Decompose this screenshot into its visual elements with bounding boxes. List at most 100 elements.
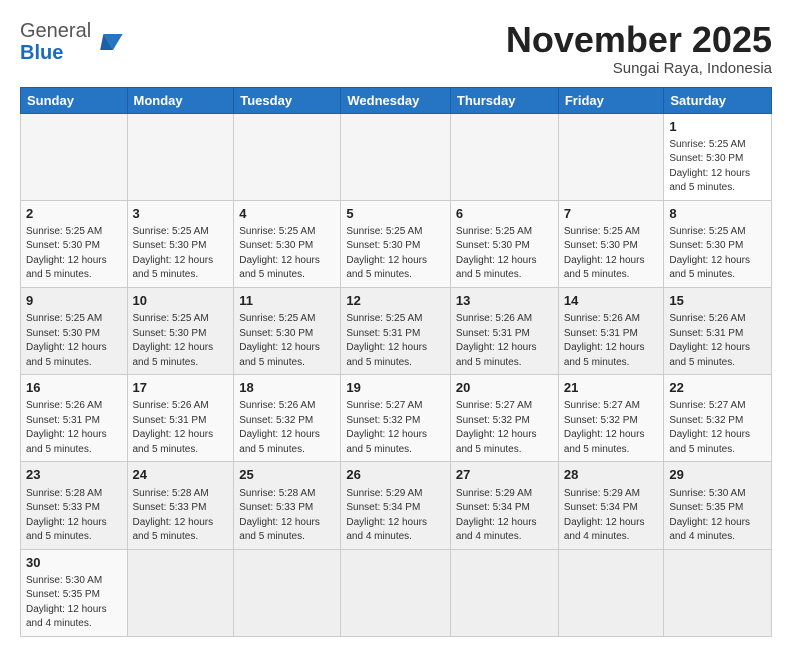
day-number: 4 — [239, 205, 335, 223]
day-number: 25 — [239, 466, 335, 484]
logo: General Blue — [20, 20, 129, 64]
calendar-cell: 28 Sunrise: 5:29 AM Sunset: 5:34 PM Dayli… — [558, 462, 664, 549]
page: General Blue November 2025 Sungai Raya, … — [0, 0, 792, 647]
header: General Blue November 2025 Sungai Raya, … — [20, 20, 772, 77]
day-info: Sunrise: 5:25 AM Sunset: 5:30 PM Dayligh… — [456, 225, 553, 283]
day-info: Sunrise: 5:25 AM Sunset: 5:30 PM Dayligh… — [564, 225, 659, 283]
calendar-cell: 26Sunrise: 5:29 AM Sunset: 5:34 PM Dayli… — [341, 462, 451, 549]
day-number: 14 — [564, 292, 659, 310]
calendar-cell — [450, 549, 558, 636]
calendar-cell: 7 Sunrise: 5:25 AM Sunset: 5:30 PM Daylig… — [558, 200, 664, 287]
calendar-cell: 29Sunrise: 5:30 AM Sunset: 5:35 PM Dayli… — [664, 462, 772, 549]
day-number: 13 — [456, 292, 553, 310]
day-info: Sunrise: 5:25 AM Sunset: 5:30 PM Dayligh… — [669, 138, 766, 196]
calendar-header: SundayMondayTuesdayWednesdayThursdayFrid… — [21, 87, 772, 113]
calendar-cell: 19 Sunrise: 5:27 AM Sunset: 5:32 PM Dayli… — [341, 375, 451, 462]
day-number: 3 — [133, 205, 229, 223]
subtitle: Sungai Raya, Indonesia — [506, 60, 772, 77]
calendar-cell: 27Sunrise: 5:29 AM Sunset: 5:34 PM Dayli… — [450, 462, 558, 549]
calendar-cell: 5Sunrise: 5:25 AM Sunset: 5:30 PM Daylig… — [341, 200, 451, 287]
day-info: Sunrise: 5:25 AM Sunset: 5:30 PM Dayligh… — [133, 312, 229, 370]
day-number: 17 — [133, 379, 229, 397]
day-info: Sunrise: 5:27 AM Sunset: 5:32 PM Dayligh… — [669, 399, 766, 457]
calendar-week-5: 23 Sunrise: 5:28 AM Sunset: 5:33 PM Dayli… — [21, 462, 772, 549]
day-info: Sunrise: 5:25 AM Sunset: 5:30 PM Dayligh… — [26, 312, 122, 370]
calendar-body: 1 Sunrise: 5:25 AM Sunset: 5:30 PM Daylig… — [21, 113, 772, 636]
calendar-cell: 2 Sunrise: 5:25 AM Sunset: 5:30 PM Daylig… — [21, 200, 128, 287]
day-info: Sunrise: 5:27 AM Sunset: 5:32 PM Dayligh… — [346, 399, 445, 457]
calendar-week-2: 2 Sunrise: 5:25 AM Sunset: 5:30 PM Daylig… — [21, 200, 772, 287]
day-info: Sunrise: 5:26 AM Sunset: 5:31 PM Dayligh… — [456, 312, 553, 370]
day-number: 30 — [26, 554, 122, 572]
day-info: Sunrise: 5:26 AM Sunset: 5:31 PM Dayligh… — [669, 312, 766, 370]
day-info: Sunrise: 5:25 AM Sunset: 5:31 PM Dayligh… — [346, 312, 445, 370]
logo-blue-text: Blue — [20, 42, 63, 64]
calendar-cell — [558, 113, 664, 200]
day-number: 20 — [456, 379, 553, 397]
day-header-wednesday: Wednesday — [341, 87, 451, 113]
title-block: November 2025 Sungai Raya, Indonesia — [506, 20, 772, 77]
calendar-cell: 12 Sunrise: 5:25 AM Sunset: 5:31 PM Dayli… — [341, 287, 451, 374]
day-header-friday: Friday — [558, 87, 664, 113]
day-info: Sunrise: 5:30 AM Sunset: 5:35 PM Dayligh… — [669, 487, 766, 545]
calendar-week-6: 30Sunrise: 5:30 AM Sunset: 5:35 PM Dayli… — [21, 549, 772, 636]
calendar-cell — [558, 549, 664, 636]
calendar-cell: 30Sunrise: 5:30 AM Sunset: 5:35 PM Dayli… — [21, 549, 128, 636]
calendar-cell: 20 Sunrise: 5:27 AM Sunset: 5:32 PM Dayli… — [450, 375, 558, 462]
calendar-cell: 18 Sunrise: 5:26 AM Sunset: 5:32 PM Dayli… — [234, 375, 341, 462]
day-number: 7 — [564, 205, 659, 223]
day-info: Sunrise: 5:26 AM Sunset: 5:31 PM Dayligh… — [133, 399, 229, 457]
day-number: 27 — [456, 466, 553, 484]
day-number: 2 — [26, 205, 122, 223]
calendar-cell: 14 Sunrise: 5:26 AM Sunset: 5:31 PM Dayli… — [558, 287, 664, 374]
day-number: 24 — [133, 466, 229, 484]
day-header-tuesday: Tuesday — [234, 87, 341, 113]
calendar-cell — [21, 113, 128, 200]
calendar-cell: 13 Sunrise: 5:26 AM Sunset: 5:31 PM Dayli… — [450, 287, 558, 374]
day-number: 6 — [456, 205, 553, 223]
day-info: Sunrise: 5:26 AM Sunset: 5:32 PM Dayligh… — [239, 399, 335, 457]
calendar-cell: 22Sunrise: 5:27 AM Sunset: 5:32 PM Dayli… — [664, 375, 772, 462]
day-number: 5 — [346, 205, 445, 223]
calendar-cell: 24Sunrise: 5:28 AM Sunset: 5:33 PM Dayli… — [127, 462, 234, 549]
calendar-week-1: 1 Sunrise: 5:25 AM Sunset: 5:30 PM Daylig… — [21, 113, 772, 200]
day-info: Sunrise: 5:26 AM Sunset: 5:31 PM Dayligh… — [564, 312, 659, 370]
day-info: Sunrise: 5:28 AM Sunset: 5:33 PM Dayligh… — [239, 487, 335, 545]
calendar-table: SundayMondayTuesdayWednesdayThursdayFrid… — [20, 87, 772, 637]
calendar-cell: 8Sunrise: 5:25 AM Sunset: 5:30 PM Daylig… — [664, 200, 772, 287]
logo-general-text: General — [20, 20, 91, 42]
day-number: 9 — [26, 292, 122, 310]
calendar-cell: 6 Sunrise: 5:25 AM Sunset: 5:30 PM Daylig… — [450, 200, 558, 287]
day-info: Sunrise: 5:25 AM Sunset: 5:30 PM Dayligh… — [26, 225, 122, 283]
calendar-cell — [341, 113, 451, 200]
calendar-cell — [127, 549, 234, 636]
day-number: 12 — [346, 292, 445, 310]
calendar-cell: 3Sunrise: 5:25 AM Sunset: 5:30 PM Daylig… — [127, 200, 234, 287]
day-info: Sunrise: 5:27 AM Sunset: 5:32 PM Dayligh… — [456, 399, 553, 457]
calendar-cell: 21Sunrise: 5:27 AM Sunset: 5:32 PM Dayli… — [558, 375, 664, 462]
day-number: 18 — [239, 379, 335, 397]
calendar-cell: 1 Sunrise: 5:25 AM Sunset: 5:30 PM Daylig… — [664, 113, 772, 200]
day-info: Sunrise: 5:29 AM Sunset: 5:34 PM Dayligh… — [346, 487, 445, 545]
calendar-cell — [450, 113, 558, 200]
calendar-cell: 25 Sunrise: 5:28 AM Sunset: 5:33 PM Dayli… — [234, 462, 341, 549]
calendar-cell — [341, 549, 451, 636]
calendar-cell: 17 Sunrise: 5:26 AM Sunset: 5:31 PM Dayli… — [127, 375, 234, 462]
calendar-cell: 10 Sunrise: 5:25 AM Sunset: 5:30 PM Dayli… — [127, 287, 234, 374]
calendar-cell: 15Sunrise: 5:26 AM Sunset: 5:31 PM Dayli… — [664, 287, 772, 374]
day-number: 19 — [346, 379, 445, 397]
day-number: 28 — [564, 466, 659, 484]
day-info: Sunrise: 5:25 AM Sunset: 5:30 PM Dayligh… — [239, 312, 335, 370]
day-number: 11 — [239, 292, 335, 310]
day-number: 23 — [26, 466, 122, 484]
day-number: 16 — [26, 379, 122, 397]
day-header-saturday: Saturday — [664, 87, 772, 113]
day-number: 1 — [669, 118, 766, 136]
calendar-week-3: 9 Sunrise: 5:25 AM Sunset: 5:30 PM Daylig… — [21, 287, 772, 374]
calendar-cell: 16 Sunrise: 5:26 AM Sunset: 5:31 PM Dayli… — [21, 375, 128, 462]
day-number: 10 — [133, 292, 229, 310]
calendar-cell — [234, 549, 341, 636]
header-row: SundayMondayTuesdayWednesdayThursdayFrid… — [21, 87, 772, 113]
day-info: Sunrise: 5:26 AM Sunset: 5:31 PM Dayligh… — [26, 399, 122, 457]
day-info: Sunrise: 5:29 AM Sunset: 5:34 PM Dayligh… — [564, 487, 659, 545]
